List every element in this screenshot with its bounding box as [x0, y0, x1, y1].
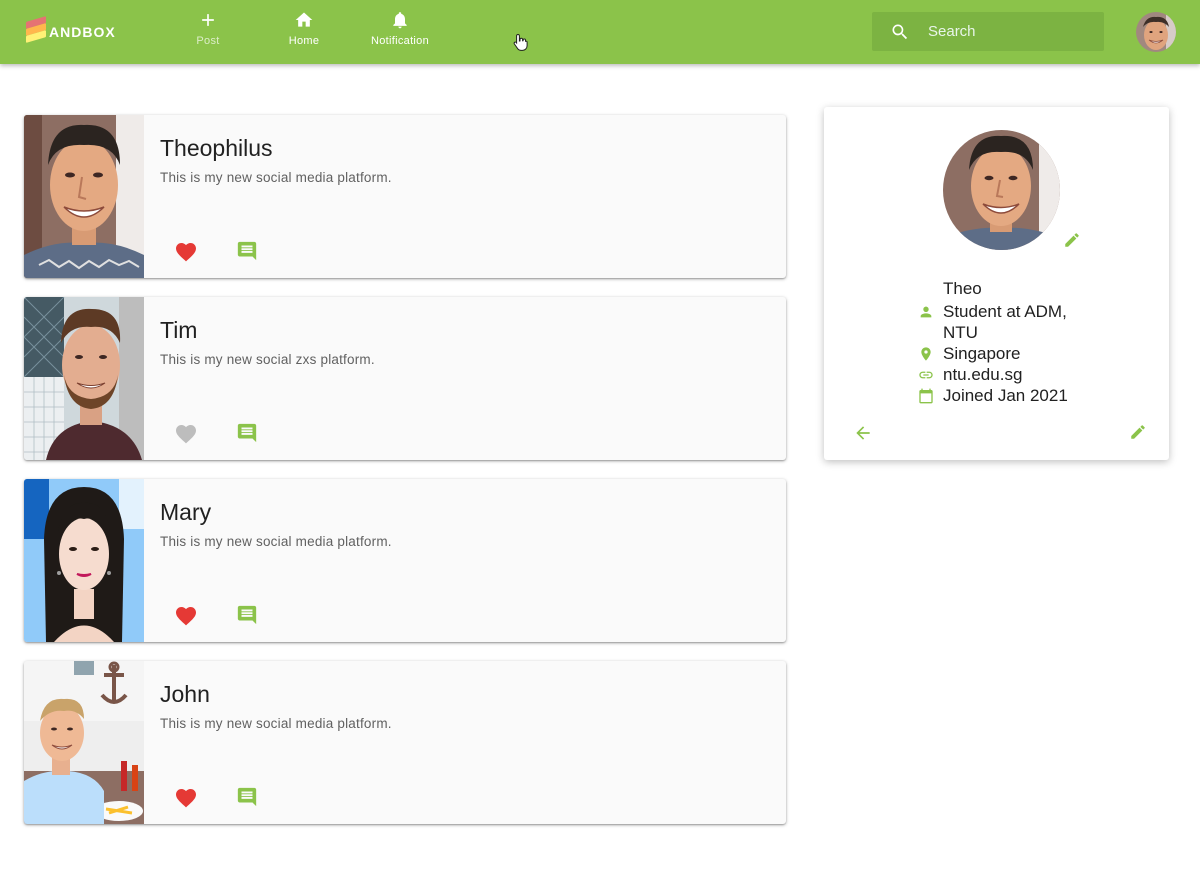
post-author-photo[interactable]: [24, 479, 144, 642]
nav-home-label: Home: [288, 35, 320, 47]
profile-website-link[interactable]: ntu.edu.sg: [943, 364, 1093, 385]
heart-icon[interactable]: [174, 604, 198, 628]
post-author-photo[interactable]: [24, 115, 144, 278]
post-author-name[interactable]: Mary: [160, 499, 211, 526]
post-body: This is my new social media platform.: [160, 534, 392, 549]
post-card: Theophilus This is my new social media p…: [24, 115, 786, 278]
post-author-photo[interactable]: [24, 661, 144, 824]
app-bar: ANDBOX Post Home Notification: [0, 0, 1200, 64]
search-input[interactable]: [928, 23, 1088, 40]
nav-notification-button[interactable]: Notification: [350, 10, 450, 56]
mary-photo-image: [24, 479, 144, 642]
logo-mark-icon: [26, 16, 48, 44]
nav-home-button[interactable]: Home: [254, 10, 354, 56]
theo-avatar-image: [1136, 12, 1176, 52]
profile-joined: Joined Jan 2021: [943, 386, 1068, 405]
comment-icon[interactable]: [236, 786, 258, 808]
post-body: This is my new social media platform.: [160, 170, 392, 185]
logo-text: ANDBOX: [49, 23, 116, 40]
profile-website-row: ntu.edu.sg: [918, 364, 1093, 385]
comment-icon[interactable]: [236, 604, 258, 626]
profile-bio: Student at ADM, NTU: [943, 302, 1067, 342]
heart-icon[interactable]: [174, 786, 198, 810]
nav-notification-label: Notification: [370, 35, 429, 47]
post-card: Tim This is my new social zxs platform.: [24, 297, 786, 460]
profile-location: Singapore: [943, 344, 1021, 363]
theophilus-photo-image: [24, 115, 144, 278]
sandbox-logo[interactable]: ANDBOX: [26, 16, 116, 44]
bell-icon: [393, 12, 407, 29]
post-body: This is my new social zxs platform.: [160, 352, 375, 367]
profile-joined-row: Joined Jan 2021: [918, 385, 1093, 406]
post-card: Mary This is my new social media platfor…: [24, 479, 786, 642]
profile-avatar[interactable]: [943, 130, 1060, 250]
post-author-name[interactable]: Tim: [160, 317, 197, 344]
plus-icon: [202, 14, 214, 26]
tim-photo-image: [24, 297, 144, 460]
comment-icon[interactable]: [236, 422, 258, 444]
search-box[interactable]: [872, 12, 1104, 51]
search-icon: [892, 24, 908, 39]
link-icon: [919, 371, 933, 379]
post-card: John This is my new social media platfor…: [24, 661, 786, 824]
post-author-name[interactable]: Theophilus: [160, 135, 273, 162]
edit-icon[interactable]: [1129, 423, 1147, 441]
post-body: This is my new social media platform.: [160, 716, 392, 731]
person-icon: [920, 306, 932, 318]
edit-icon[interactable]: [1063, 231, 1081, 249]
profile-bio-row: Student at ADM, NTU: [918, 301, 1093, 343]
calendar-icon: [919, 388, 933, 404]
user-avatar-button[interactable]: [1136, 12, 1176, 52]
nav-post-button[interactable]: Post: [158, 10, 258, 56]
comment-icon[interactable]: [236, 240, 258, 262]
profile-handle[interactable]: Theo: [943, 279, 982, 299]
heart-icon[interactable]: [174, 240, 198, 264]
home-icon: [295, 12, 313, 27]
theo-profile-image: [943, 130, 1060, 250]
profile-location-row: Singapore: [918, 343, 1093, 364]
post-author-name[interactable]: John: [160, 681, 210, 708]
hand-cursor-icon: [513, 33, 528, 51]
heart-icon[interactable]: [174, 422, 198, 446]
location-pin-icon: [921, 347, 931, 361]
john-photo-image: [24, 661, 144, 824]
post-author-photo[interactable]: [24, 297, 144, 460]
back-arrow-icon[interactable]: [852, 423, 874, 443]
profile-card: Theo Student at ADM, NTU Singapore ntu.e…: [824, 107, 1169, 460]
nav-post-label: Post: [196, 35, 220, 47]
